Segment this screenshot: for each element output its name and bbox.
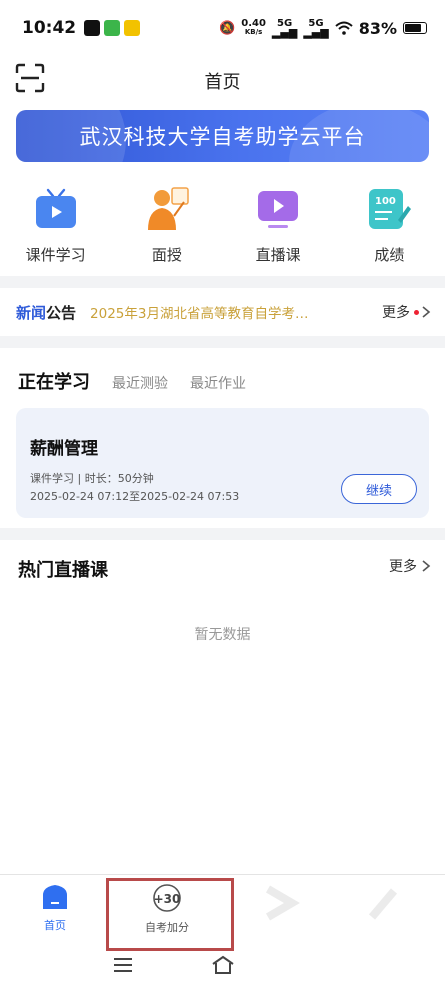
svg-text:100: 100 — [375, 196, 396, 207]
unread-dot — [414, 309, 419, 315]
status-time: 10:42 — [22, 18, 77, 38]
battery-icon — [403, 22, 427, 34]
app-header: 首页 — [0, 56, 445, 106]
score-icon: 100 — [369, 189, 412, 229]
news-more-label: 更多 — [382, 305, 410, 321]
grid-item-score[interactable]: 100 成绩 — [334, 186, 445, 265]
live-more-label: 更多 — [389, 559, 417, 575]
system-nav — [0, 953, 445, 983]
signal-1: 5G ▂▄▆ — [271, 19, 298, 39]
live-icon — [258, 191, 299, 228]
grid-item-face-to-face[interactable]: 面授 — [111, 186, 222, 265]
highlight-annotation-box — [106, 878, 234, 951]
check-app-icon — [104, 20, 121, 36]
news-tag-part1: 新闻 — [16, 303, 47, 322]
teacher-icon — [147, 187, 189, 230]
status-app-icons — [84, 20, 141, 36]
top-card: 武汉科技大学自考助学云平台 课件学习 面授 直播课 100 成绩 — [0, 106, 445, 276]
live-more-link[interactable]: 更多 — [389, 556, 431, 576]
news-tag: 新闻公告 — [16, 302, 76, 323]
course-time: 2025-02-24 07:12至2025-02-24 07:53 — [30, 490, 240, 503]
signal-2: 5G ▂▄▆ — [303, 19, 329, 39]
continue-button[interactable]: 继续 — [341, 474, 417, 504]
status-right: 🔕 0.40 KB/s 5G ▂▄▆ 5G ▂▄▆ 83% — [219, 19, 427, 38]
page-title: 首页 — [204, 72, 241, 93]
hot-live-section: 热门直播课 更多 暂无数据 — [0, 540, 445, 874]
grid-label: 成绩 — [374, 246, 405, 264]
tiktok-icon — [84, 20, 101, 36]
menu-icon[interactable] — [113, 957, 133, 973]
status-bar: 10:42 🔕 0.40 KB/s 5G ▂▄▆ 5G ▂▄▆ 83% — [0, 0, 445, 56]
tv-icon — [35, 188, 76, 228]
home-icon — [43, 885, 67, 909]
course-meta: 课件学习 | 时长：50分钟 — [30, 472, 154, 485]
tab-recent-quiz[interactable]: 最近测验 — [112, 373, 168, 393]
tab-studying[interactable]: 正在学习 — [18, 368, 90, 394]
news-bar[interactable]: 新闻公告 2025年3月湖北省高等教育自学考… 更多 — [0, 288, 445, 336]
battery-percent: 83% — [358, 18, 397, 38]
signal-bars-icon: ▂▄▆ — [271, 26, 298, 39]
course-card[interactable]: 薪酬管理 课件学习 | 时长：50分钟 2025-02-24 07:12至202… — [16, 408, 429, 518]
nav-home[interactable]: 首页 — [5, 883, 105, 933]
home-outline-icon[interactable] — [211, 955, 235, 975]
grid-item-live[interactable]: 直播课 — [223, 186, 334, 265]
section-title: 热门直播课 — [18, 560, 108, 581]
grid-label: 课件学习 — [25, 246, 86, 264]
net-speed-value: 0.40 — [241, 18, 266, 29]
app-y-icon — [124, 20, 141, 36]
mute-icon: 🔕 — [219, 20, 236, 36]
news-more-link[interactable]: 更多 — [382, 302, 431, 322]
study-tabs: 正在学习 最近测验 最近作业 — [18, 368, 246, 394]
chevron-right-icon — [422, 560, 431, 572]
wifi-icon — [335, 21, 353, 35]
net-speed-unit: KB/s — [244, 28, 263, 36]
net-speed: 0.40 KB/s — [241, 19, 266, 37]
news-tag-part2: 公告 — [46, 303, 77, 322]
nav-label: 首页 — [44, 919, 66, 932]
news-headline[interactable]: 2025年3月湖北省高等教育自学考… — [90, 302, 308, 322]
grid-label: 面授 — [151, 246, 182, 264]
bottom-nav: 首页 +30 自考加分 — [0, 874, 445, 989]
faded-decoration — [265, 885, 398, 921]
tab-recent-homework[interactable]: 最近作业 — [190, 373, 246, 393]
study-section: 正在学习 最近测验 最近作业 薪酬管理 课件学习 | 时长：50分钟 2025-… — [0, 348, 445, 528]
banner-text: 武汉科技大学自考助学云平台 — [79, 125, 366, 149]
platform-banner[interactable]: 武汉科技大学自考助学云平台 — [16, 110, 429, 162]
grid-label: 直播课 — [255, 246, 301, 264]
feature-grid: 课件学习 面授 直播课 100 成绩 — [0, 186, 445, 265]
grid-item-courseware[interactable]: 课件学习 — [0, 186, 111, 265]
chevron-right-icon — [422, 306, 431, 318]
signal-bars-icon: ▂▄▆ — [303, 26, 329, 39]
empty-state: 暂无数据 — [194, 627, 251, 643]
course-title: 薪酬管理 — [30, 439, 98, 459]
